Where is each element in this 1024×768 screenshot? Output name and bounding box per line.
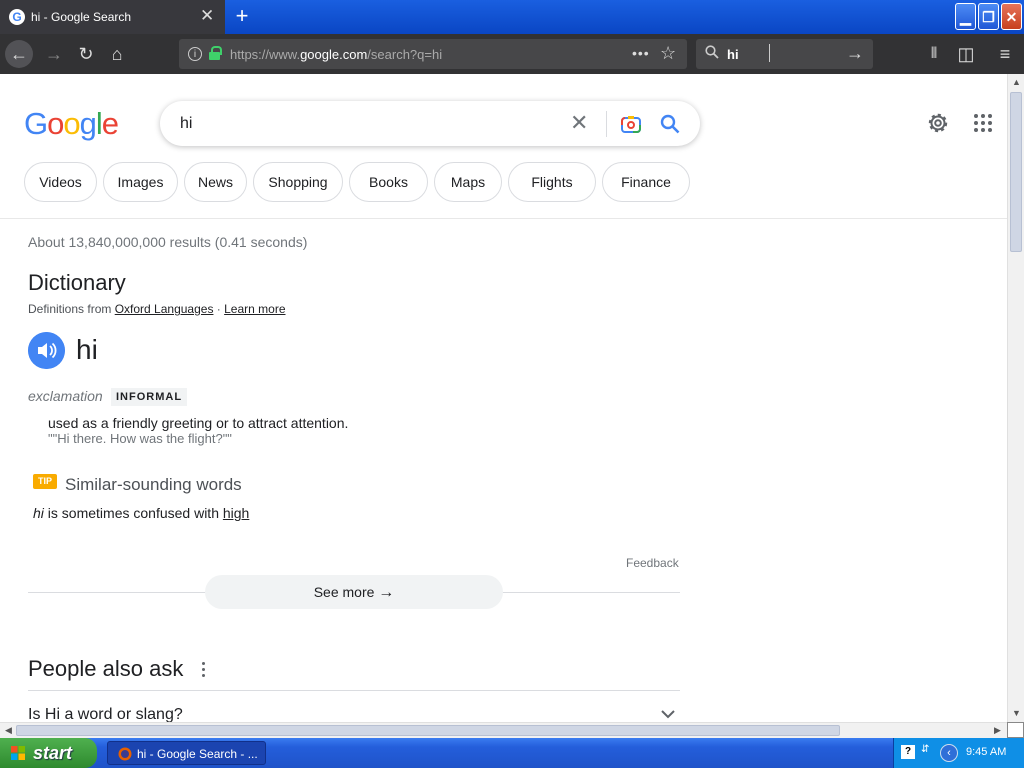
taskbar-window-title: hi - Google Search - ... [137, 747, 258, 761]
scroll-right-icon[interactable]: ▶ [990, 723, 1005, 738]
search-go-icon[interactable]: → [846, 43, 864, 64]
tab-images[interactable]: Images [103, 162, 178, 202]
people-also-ask-heading: People also ask [28, 656, 184, 681]
chevron-down-icon[interactable] [660, 706, 676, 722]
arrow-right-icon: → [378, 584, 395, 601]
google-logo[interactable]: Google [24, 106, 119, 142]
scroll-left-icon[interactable]: ◀ [1, 723, 16, 738]
close-tab-icon[interactable]: ✕ [200, 6, 214, 26]
more-options-icon[interactable] [198, 660, 208, 678]
register-badge: INFORMAL [111, 388, 188, 406]
bookmark-star-icon[interactable]: ☆ [660, 43, 676, 64]
url-text[interactable]: https://www.google.com/search?q=hi [230, 47, 442, 62]
similar-sounding-heading: Similar-sounding words [65, 475, 242, 494]
result-stats: About 13,840,000,000 results (0.41 secon… [28, 234, 308, 250]
tab-news[interactable]: News [184, 162, 247, 202]
browser-tab-active[interactable]: G hi - Google Search ✕ [0, 0, 225, 34]
windows-flag-icon [11, 746, 25, 760]
dictionary-heading: Dictionary [28, 270, 126, 295]
browser-search-bar[interactable]: hi → [696, 39, 873, 69]
forward-button[interactable]: → [40, 40, 68, 68]
tray-expand-icon[interactable]: ‹ [940, 744, 958, 762]
vertical-scrollbar[interactable]: ▲ ▼ [1007, 74, 1024, 722]
horizontal-scrollbar[interactable]: ◀ ▶ [0, 722, 1007, 738]
page-actions-icon[interactable]: ••• [632, 45, 650, 61]
site-info-icon[interactable]: i [188, 47, 202, 61]
new-tab-icon[interactable]: + [231, 3, 253, 29]
search-bar-value[interactable]: hi [727, 47, 739, 62]
lens-camera-icon[interactable] [620, 113, 642, 135]
reload-button[interactable]: ↻ [72, 40, 100, 68]
google-search-box[interactable]: hi ✕ [160, 101, 700, 146]
start-button[interactable]: start [0, 738, 97, 768]
close-window-button[interactable]: ✕ [1001, 3, 1022, 30]
address-bar[interactable]: i https://www.google.com/search?q=hi •••… [179, 39, 687, 69]
sidebar-icon[interactable]: ◫ [952, 40, 980, 68]
tab-finance[interactable]: Finance [602, 162, 690, 202]
hamburger-menu-icon[interactable]: ≡ [991, 40, 1019, 68]
settings-gear-icon[interactable] [925, 110, 951, 136]
tab-flights[interactable]: Flights [508, 162, 596, 202]
vertical-scroll-thumb[interactable] [1010, 92, 1022, 252]
tab-bar: G hi - Google Search ✕ + ▁ ❐ ✕ [0, 0, 1024, 34]
dictionary-word: hi [76, 334, 98, 365]
navigation-toolbar: ← → ↻ ⌂ i https://www.google.com/search?… [0, 34, 1024, 74]
dictionary-source: Definitions from Oxford Languages · Lear… [28, 302, 286, 316]
taskbar-firefox-window[interactable]: hi - Google Search - ... [107, 741, 266, 765]
scroll-up-icon[interactable]: ▲ [1009, 75, 1024, 90]
feedback-link[interactable]: Feedback [626, 556, 679, 570]
start-label: start [33, 743, 73, 763]
back-button[interactable]: ← [5, 40, 33, 68]
search-input[interactable]: hi [180, 115, 192, 133]
example-sentence: ""Hi there. How was the flight?"" [48, 431, 232, 446]
tab-title: hi - Google Search [31, 10, 132, 24]
library-icon[interactable]: ⫴ [920, 40, 948, 68]
oxford-languages-link[interactable]: Oxford Languages [115, 302, 214, 316]
learn-more-link[interactable]: Learn more [224, 302, 285, 316]
tab-books[interactable]: Books [349, 162, 428, 202]
scrollbar-corner [1007, 722, 1024, 738]
lock-icon[interactable] [209, 46, 222, 60]
system-tray: ? ⇵ ‹ 9:45 AM [893, 738, 1024, 768]
high-link[interactable]: high [223, 505, 249, 521]
pronunciation-speaker-icon[interactable] [28, 332, 65, 369]
horizontal-scroll-thumb[interactable] [16, 725, 840, 736]
part-of-speech: exclamation [28, 388, 103, 404]
tab-maps[interactable]: Maps [434, 162, 502, 202]
clock: 9:45 AM [966, 746, 1007, 758]
google-apps-icon[interactable] [974, 114, 992, 132]
see-more-button[interactable]: See more → [205, 575, 503, 609]
network-icon[interactable]: ⇵ [921, 744, 933, 760]
minimize-button[interactable]: ▁ [955, 3, 976, 30]
clear-search-icon[interactable]: ✕ [570, 110, 588, 136]
scroll-down-icon[interactable]: ▼ [1009, 706, 1024, 721]
tab-videos[interactable]: Videos [24, 162, 97, 202]
tip-icon: TIP [33, 474, 57, 489]
paa-divider [28, 690, 680, 691]
firefox-icon [118, 747, 132, 761]
search-box-divider [606, 111, 607, 137]
definition-text: used as a friendly greeting or to attrac… [48, 415, 349, 431]
taskbar: start hi - Google Search - ... ? ⇵ ‹ 9:4… [0, 738, 1024, 768]
google-favicon-icon: G [9, 9, 25, 25]
help-icon[interactable]: ? [901, 745, 915, 759]
home-button[interactable]: ⌂ [103, 40, 131, 68]
restore-button[interactable]: ❐ [978, 3, 999, 30]
text-cursor [769, 44, 770, 62]
search-icon [705, 45, 719, 59]
tab-shopping[interactable]: Shopping [253, 162, 343, 202]
header-divider [0, 218, 1007, 219]
search-submit-icon[interactable] [659, 113, 681, 135]
confused-with-text: hi is sometimes confused with high [33, 505, 250, 521]
